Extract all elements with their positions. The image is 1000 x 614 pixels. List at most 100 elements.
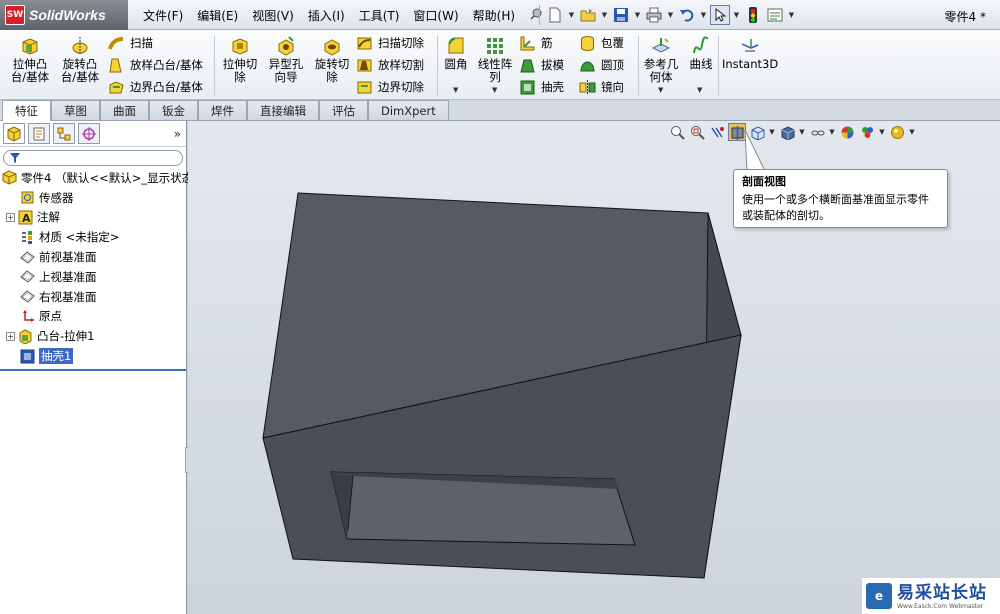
tab-weldments[interactable]: 焊件 [198,100,247,120]
hole-wizard-button[interactable]: 异型孔 向导 [264,36,308,84]
new-document-icon[interactable] [545,5,565,25]
sweep-button[interactable]: 扫描 [108,33,153,53]
extrude-boss-icon [20,36,40,56]
menu-edit[interactable]: 编辑(E) [190,7,245,24]
properties-dropdown-icon[interactable]: ▼ [787,11,796,19]
tree-item-boss-extrude[interactable]: + 凸台-拉伸1 [0,326,186,346]
tab-sketch[interactable]: 草图 [51,100,100,120]
shell-part-model[interactable] [188,121,1000,614]
extrude-cut-button[interactable]: 拉伸切 除 [219,36,261,84]
curves-dropdown-icon[interactable]: ▼ [697,86,702,94]
feature-manager-panel: » 零件4 （默认<<默认>_显示状态 传感器 + A 注解 材质 <未指定> … [0,121,193,614]
undo-icon[interactable] [677,5,697,25]
tab-evaluate[interactable]: 评估 [319,100,368,120]
tree-item-sensors[interactable]: 传感器 [0,188,186,208]
tree-filter[interactable] [3,150,183,166]
tab-features[interactable]: 特征 [2,100,51,121]
swept-cut-label: 扫描切除 [378,36,424,50]
tree-item-shell[interactable]: 抽壳1 [0,346,186,366]
fillet-label: 圆角 [444,57,468,71]
linear-pattern-button[interactable]: 线性阵 列 [475,36,515,84]
tree-item-label: 前视基准面 [39,250,97,265]
tab-surfaces[interactable]: 曲面 [100,100,149,120]
menu-help[interactable]: 帮助(H) [466,7,522,24]
boundary-cut-button[interactable]: 边界切除 [356,77,424,97]
mirror-button[interactable]: 镜向 [579,77,624,97]
select-arrow-icon[interactable] [710,5,730,25]
pattern-dropdown-icon[interactable]: ▼ [492,86,497,94]
watermark-text: 易采站长站 [897,582,987,603]
linear-pattern-label: 线性阵 列 [477,57,513,84]
panel-expand-icon[interactable]: » [174,127,181,141]
open-dropdown-icon[interactable]: ▼ [600,11,609,19]
expand-toggle-icon[interactable]: + [6,331,15,341]
open-folder-icon[interactable] [578,5,598,25]
app-name: SolidWorks [29,7,106,23]
shell-label: 抽壳 [541,80,564,94]
print-icon[interactable] [644,5,664,25]
tree-item-origin[interactable]: 原点 [0,307,186,327]
origin-icon [20,309,35,324]
revolve-cut-icon [322,36,342,56]
boundary-boss-button[interactable]: 边界凸台/基体 [108,77,203,97]
expand-toggle-icon[interactable]: + [6,212,15,222]
property-manager-tab-icon[interactable] [28,123,50,144]
print-dropdown-icon[interactable]: ▼ [666,11,675,19]
tab-sheet-metal[interactable]: 钣金 [149,100,198,120]
swept-cut-button[interactable]: 扫描切除 [356,33,424,53]
undo-dropdown-icon[interactable]: ▼ [699,11,708,19]
curves-button[interactable]: 曲线 [686,36,716,71]
extrude-boss-button[interactable]: 拉伸凸 台/基体 [9,36,51,84]
tree-item-annotations[interactable]: + A 注解 [0,208,186,228]
boundary-cut-label: 边界切除 [378,80,424,94]
reference-geometry-dropdown-icon[interactable]: ▼ [658,86,663,94]
shell-button[interactable]: 抽壳 [519,77,564,97]
dome-icon [579,57,596,74]
save-dropdown-icon[interactable]: ▼ [633,11,642,19]
tree-item-top-plane[interactable]: 上视基准面 [0,267,186,287]
wrap-button[interactable]: 包覆 [579,33,624,53]
instant3d-button[interactable]: Instant3D [722,36,778,71]
hole-wizard-icon [276,36,296,56]
plane-icon [20,269,35,284]
rollback-bar[interactable] [0,369,186,371]
tab-direct-editing[interactable]: 直接编辑 [247,100,319,120]
menu-window[interactable]: 窗口(W) [406,7,465,24]
fillet-dropdown-icon[interactable]: ▼ [453,86,458,94]
revolve-boss-button[interactable]: 旋转凸 台/基体 [57,36,103,84]
plane-icon [20,289,35,304]
draft-button[interactable]: 拔模 [519,55,564,75]
file-properties-icon[interactable] [765,5,785,25]
select-dropdown-icon[interactable]: ▼ [732,11,741,19]
dome-button[interactable]: 圆顶 [579,55,624,75]
menu-insert[interactable]: 插入(I) [301,7,352,24]
tree-item-material[interactable]: 材质 <未指定> [0,227,186,247]
extrude-boss-label: 拉伸凸 台/基体 [10,57,50,84]
fillet-button[interactable]: 圆角 [441,36,471,71]
tree-item-front-plane[interactable]: 前视基准面 [0,247,186,267]
sensor-icon [20,190,35,205]
lofted-cut-button[interactable]: 放样切割 [356,55,424,75]
feature-manager-tab-icon[interactable] [3,123,25,144]
tab-dimxpert[interactable]: DimXpert [368,100,449,120]
dimxpert-manager-tab-icon[interactable] [78,123,100,144]
tree-item-label: 凸台-拉伸1 [37,329,95,344]
save-icon[interactable] [611,5,631,25]
loft-boss-button[interactable]: 放样凸台/基体 [108,55,203,75]
revolve-cut-label: 旋转切 除 [314,57,350,84]
menu-file[interactable]: 文件(F) [136,7,190,24]
tree-item-right-plane[interactable]: 右视基准面 [0,287,186,307]
rib-button[interactable]: 筋 [519,33,553,53]
boundary-boss-icon [108,79,125,96]
revolve-cut-button[interactable]: 旋转切 除 [311,36,353,84]
configuration-manager-tab-icon[interactable] [53,123,75,144]
menu-tools[interactable]: 工具(T) [352,7,407,24]
reference-geometry-button[interactable]: 参考几 何体 [641,36,681,84]
new-dropdown-icon[interactable]: ▼ [567,11,576,19]
graphics-area[interactable]: ▼ ▼ ▼ ▼ ▼ 剖面视图 使用一个或多个横断面基准面显示零件或装配体的剖切。 [188,121,1000,614]
tree-root-part[interactable]: 零件4 （默认<<默认>_显示状态 [0,168,193,188]
menu-view[interactable]: 视图(V) [245,7,301,24]
rebuild-traffic-light-icon[interactable] [743,5,763,25]
boss-extrude-icon [18,329,33,345]
app-logo[interactable]: SW SolidWorks [0,0,128,30]
